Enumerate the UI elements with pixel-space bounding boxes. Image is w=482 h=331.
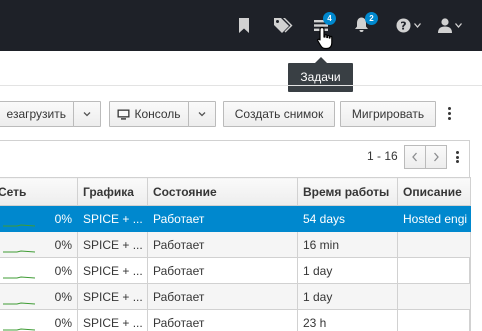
uptime-cell: 1 day xyxy=(297,257,398,284)
vm-table: Сеть Графика Состояние Время работы Опис… xyxy=(0,177,471,331)
description-cell xyxy=(397,257,471,284)
status-cell: Работает xyxy=(147,283,298,310)
graphics-cell: SPICE + ... xyxy=(77,205,148,232)
create-snapshot-button[interactable]: Создать снимок xyxy=(223,101,335,127)
tasks-tooltip: Задачи xyxy=(288,63,353,92)
top-navbar: 4 2 ? xyxy=(0,0,482,51)
network-usage: 0% xyxy=(54,289,72,304)
status-cell: Работает xyxy=(147,309,298,331)
network-sparkline xyxy=(3,276,35,279)
network-usage: 0% xyxy=(54,237,72,252)
console-button[interactable]: Консоль xyxy=(109,101,189,127)
user-icon xyxy=(438,17,452,33)
column-header-status[interactable]: Состояние xyxy=(147,177,298,206)
monitor-icon xyxy=(117,109,130,120)
chevron-left-icon xyxy=(412,152,417,162)
header-divider xyxy=(0,85,482,86)
table-row[interactable]: 0% SPICE + ... Работает 1 day xyxy=(0,283,471,310)
description-cell xyxy=(397,283,471,310)
notifications-badge: 2 xyxy=(365,12,378,25)
grid-kebab-icon[interactable] xyxy=(454,151,460,163)
description-cell xyxy=(397,309,471,331)
uptime-cell: 54 days xyxy=(297,205,398,232)
migrate-button[interactable]: Мигрировать xyxy=(340,101,436,127)
table-header-row: Сеть Графика Состояние Время работы Опис… xyxy=(0,177,471,206)
uptime-cell: 1 day xyxy=(297,283,398,310)
status-cell: Работает xyxy=(147,205,298,232)
chevron-down-icon xyxy=(198,112,206,117)
bookmark-icon[interactable] xyxy=(233,11,255,39)
network-sparkline xyxy=(3,250,35,253)
help-menu[interactable]: ? xyxy=(393,11,423,39)
chevron-down-icon xyxy=(455,22,462,28)
network-sparkline xyxy=(3,302,35,305)
column-header-network[interactable]: Сеть xyxy=(0,177,78,206)
table-row[interactable]: 0% SPICE + ... Работает 16 min xyxy=(0,231,471,258)
tasks-badge: 4 xyxy=(323,12,336,25)
table-row[interactable]: 0% SPICE + ... Работает 54 days Hosted e… xyxy=(0,205,471,232)
reboot-dropdown-toggle[interactable] xyxy=(73,101,101,127)
uptime-cell: 16 min xyxy=(297,231,398,258)
column-header-uptime[interactable]: Время работы xyxy=(297,177,398,206)
hand-cursor-icon xyxy=(317,26,333,50)
column-header-description[interactable]: Описание xyxy=(397,177,471,206)
toolbar-kebab-icon[interactable] xyxy=(446,107,452,120)
pagination-range: 1 - 16 xyxy=(367,149,398,163)
user-menu[interactable] xyxy=(434,11,466,39)
chevron-right-icon xyxy=(434,152,439,162)
table-row[interactable]: 0% SPICE + ... Работает 1 day xyxy=(0,257,471,284)
help-icon: ? xyxy=(396,18,410,32)
description-cell xyxy=(397,231,471,258)
graphics-cell: SPICE + ... xyxy=(77,283,148,310)
description-cell: Hosted engi xyxy=(397,205,471,232)
migrate-label: Мигрировать xyxy=(351,107,425,121)
next-page-button[interactable] xyxy=(425,145,447,169)
console-label: Консоль xyxy=(134,107,181,121)
network-sparkline xyxy=(3,224,35,227)
column-header-graphics[interactable]: Графика xyxy=(77,177,148,206)
status-cell: Работает xyxy=(147,257,298,284)
reboot-button[interactable]: езагрузить xyxy=(0,101,74,127)
reboot-label: езагрузить xyxy=(6,107,66,121)
network-cell: 0% xyxy=(0,205,78,232)
previous-page-button[interactable] xyxy=(404,145,426,169)
tags-icon[interactable] xyxy=(270,11,296,39)
console-dropdown-toggle[interactable] xyxy=(188,101,216,127)
network-cell: 0% xyxy=(0,257,78,284)
chevron-down-icon xyxy=(83,112,91,117)
create-snapshot-label: Создать снимок xyxy=(234,107,324,121)
table-row[interactable]: 0% SPICE + ... Работает 23 h xyxy=(0,309,471,331)
chevron-down-icon xyxy=(413,22,421,28)
graphics-cell: SPICE + ... xyxy=(77,309,148,331)
notifications-button[interactable]: 2 xyxy=(350,11,380,39)
status-cell: Работает xyxy=(147,231,298,258)
network-cell: 0% xyxy=(0,283,78,310)
graphics-cell: SPICE + ... xyxy=(77,257,148,284)
network-usage: 0% xyxy=(54,263,72,278)
svg-text:?: ? xyxy=(400,19,406,32)
network-sparkline xyxy=(3,328,35,331)
network-cell: 0% xyxy=(0,309,78,331)
network-usage: 0% xyxy=(54,211,72,226)
graphics-cell: SPICE + ... xyxy=(77,231,148,258)
network-cell: 0% xyxy=(0,231,78,258)
network-usage: 0% xyxy=(54,315,72,330)
uptime-cell: 23 h xyxy=(297,309,398,331)
